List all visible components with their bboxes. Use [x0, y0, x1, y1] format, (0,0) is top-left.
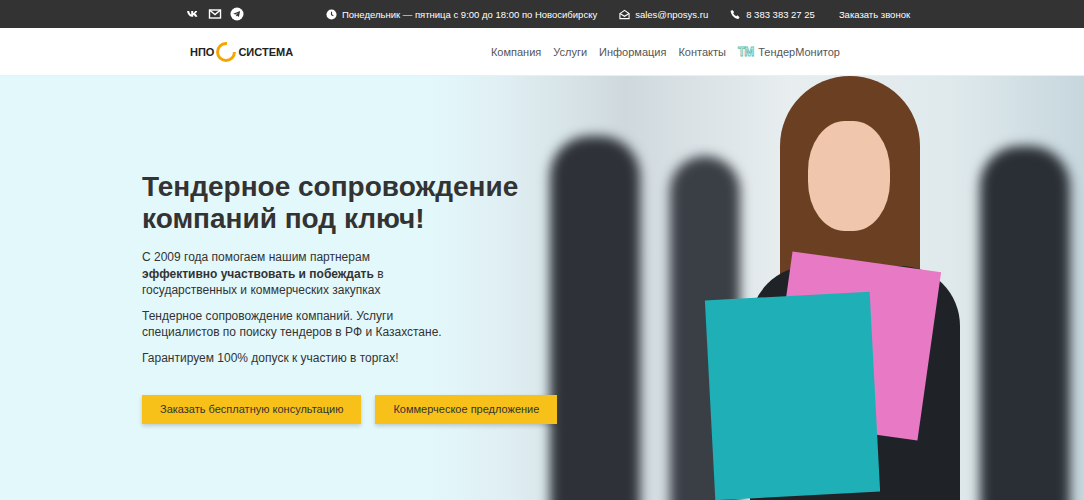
mail-icon[interactable]	[208, 7, 222, 21]
social-links	[186, 7, 244, 21]
blurred-person	[980, 146, 1070, 500]
top-bar: Понедельник — пятница с 9:00 до 18:00 по…	[0, 0, 1084, 28]
nav-bar: НПО СИСТЕМА Компания Услуги Информация Контак…	[0, 28, 1084, 76]
hero-text: Тендерное сопровождение компаний. Услуги…	[142, 308, 462, 340]
menu-item[interactable]: Услуги	[553, 46, 587, 58]
logo-right: СИСТЕМА	[238, 46, 293, 58]
main-menu: Компания Услуги Информация Контакты TMТендер…	[491, 45, 840, 59]
menu-item[interactable]: Информация	[599, 46, 666, 58]
woman-figure	[670, 76, 990, 500]
menu-item[interactable]: TMТендерМонитор	[738, 45, 840, 59]
vk-icon[interactable]	[186, 7, 200, 21]
phone-icon	[730, 9, 741, 20]
phone-link[interactable]: 8 383 383 27 25	[730, 9, 815, 20]
logo-left: НПО	[190, 46, 214, 58]
envelope-icon	[619, 9, 630, 20]
hero-photo	[430, 76, 1084, 500]
callback-link[interactable]: Заказать звонок	[839, 9, 910, 20]
hero: Тендерное сопровождение компаний под клю…	[0, 76, 1084, 500]
blurred-person	[550, 136, 640, 500]
tendermonitor-logo: TM	[738, 45, 755, 59]
logo[interactable]: НПО СИСТЕМА	[190, 41, 293, 63]
cta-button[interactable]: Заказать бесплатную консультацию	[142, 395, 361, 424]
menu-item[interactable]: Компания	[491, 46, 541, 58]
working-hours: Понедельник — пятница с 9:00 до 18:00 по…	[326, 9, 597, 20]
hero-content: Тендерное сопровождение компаний под клю…	[0, 76, 522, 424]
hero-title: Тендерное сопровождение компаний под клю…	[142, 171, 522, 235]
hero-guarantee: Гарантируем 100% допуск к участию в торг…	[142, 350, 462, 366]
hero-buttons: Заказать бесплатную консультациюКоммерче…	[142, 395, 522, 424]
logo-ring-icon	[215, 41, 237, 63]
menu-item[interactable]: Контакты	[678, 46, 726, 58]
cta-button[interactable]: Коммерческое предложение	[375, 395, 557, 424]
hero-lead: С 2009 года помогаем нашим партнерам эфф…	[142, 249, 442, 298]
email-link[interactable]: sales@nposys.ru	[619, 9, 708, 20]
landing-page: Понедельник — пятница с 9:00 до 18:00 по…	[0, 0, 1084, 500]
clock-icon	[326, 9, 337, 20]
telegram-icon[interactable]	[230, 7, 244, 21]
